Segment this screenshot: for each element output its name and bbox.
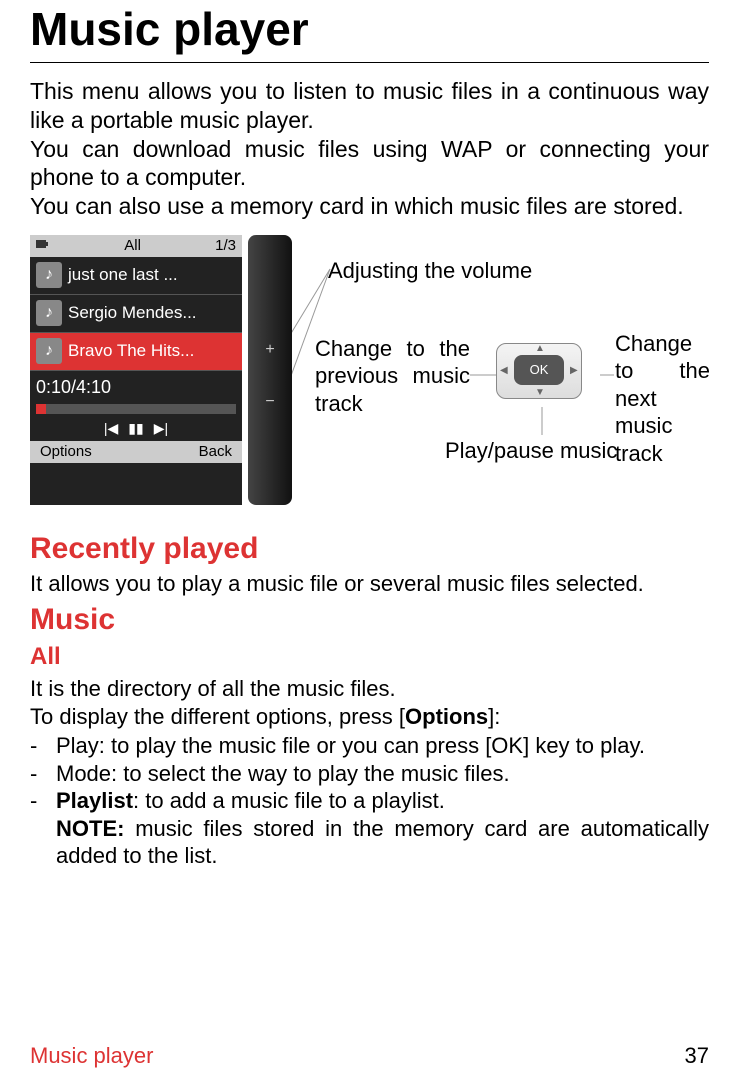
phone-top-count: 1/3	[215, 237, 236, 254]
track-title: Sergio Mendes...	[68, 303, 197, 323]
next-icon: ▶|	[154, 420, 168, 437]
footer-page-number: 37	[685, 1043, 709, 1069]
ok-button-graphic: ▲ ▼ ◀ ▶ OK	[480, 335, 600, 407]
softkey-back: Back	[199, 443, 232, 460]
playback-time: 0:10/4:10	[30, 371, 242, 404]
playback-controls: |◀ ▮▮ ▶|	[30, 420, 242, 441]
intro-paragraphs: This menu allows you to listen to music …	[30, 77, 709, 221]
all-p2-pre: To display the different options, press …	[30, 704, 405, 729]
plus-icon: +	[263, 343, 277, 357]
page-title: Music player	[30, 0, 709, 63]
note: NOTE: music files stored in the memory c…	[30, 815, 709, 870]
opt-playlist: Playlist: to add a music file to a playl…	[30, 787, 709, 815]
diagram: All 1/3 ♪ just one last ... ♪ Sergio Men…	[30, 235, 709, 528]
phone-softkeys: Options Back	[30, 441, 242, 463]
progress-bar	[36, 404, 236, 414]
playlist-row-selected: ♪ Bravo The Hits...	[30, 333, 242, 371]
opt-play: Play: to play the music file or you can …	[30, 732, 709, 760]
arrow-left-icon: ◀	[500, 365, 508, 376]
all-p2-post: ]:	[488, 704, 500, 729]
battery-icon	[36, 237, 50, 255]
callout-volume: Adjusting the volume	[328, 257, 628, 285]
heading-recently-played: Recently played	[30, 532, 709, 566]
intro-p2: You can download music files using WAP o…	[30, 135, 709, 193]
softkey-options: Options	[40, 443, 92, 460]
all-p1: It is the directory of all the music fil…	[30, 676, 396, 701]
music-note-icon: ♪	[36, 300, 62, 326]
music-note-icon: ♪	[36, 262, 62, 288]
options-list: Play: to play the music file or you can …	[30, 732, 709, 815]
callout-prev: Change to the previous music track	[315, 335, 470, 418]
footer-section: Music player	[30, 1043, 153, 1069]
intro-p3: You can also use a memory card in which …	[30, 192, 709, 221]
phone-status-bar: All 1/3	[30, 235, 242, 257]
intro-p1: This menu allows you to listen to music …	[30, 77, 709, 135]
all-p2-bold: Options	[405, 704, 488, 729]
ok-label: OK	[514, 355, 564, 385]
page-footer: Music player 37	[30, 1043, 709, 1069]
opt-playlist-rest: : to add a music file to a playlist.	[133, 788, 445, 813]
callout-play: Play/pause music	[445, 437, 625, 465]
track-title: just one last ...	[68, 265, 178, 285]
phone-screenshot: All 1/3 ♪ just one last ... ♪ Sergio Men…	[30, 235, 242, 505]
minus-icon: −	[263, 395, 277, 409]
callout-next: Change to the next music track	[615, 330, 710, 468]
playlist-row: ♪ just one last ...	[30, 257, 242, 295]
opt-playlist-bold: Playlist	[56, 788, 133, 813]
arrow-right-icon: ▶	[570, 365, 578, 376]
note-rest: music files stored in the memory card ar…	[56, 816, 709, 869]
pause-icon: ▮▮	[128, 420, 143, 437]
phone-playlist: ♪ just one last ... ♪ Sergio Mendes... ♪…	[30, 257, 242, 371]
track-title: Bravo The Hits...	[68, 341, 194, 361]
phone-top-label: All	[124, 237, 141, 254]
volume-rocker: + −	[248, 235, 292, 505]
heading-music: Music	[30, 603, 709, 637]
note-bold: NOTE:	[56, 816, 124, 841]
prev-icon: |◀	[104, 420, 118, 437]
arrow-up-icon: ▲	[535, 343, 545, 354]
opt-mode: Mode: to select the way to play the musi…	[30, 760, 709, 788]
recently-played-body: It allows you to play a music file or se…	[30, 570, 709, 598]
playlist-row: ♪ Sergio Mendes...	[30, 295, 242, 333]
all-body: It is the directory of all the music fil…	[30, 675, 709, 730]
heading-all: All	[30, 643, 709, 671]
music-note-icon: ♪	[36, 338, 62, 364]
arrow-down-icon: ▼	[535, 387, 545, 398]
